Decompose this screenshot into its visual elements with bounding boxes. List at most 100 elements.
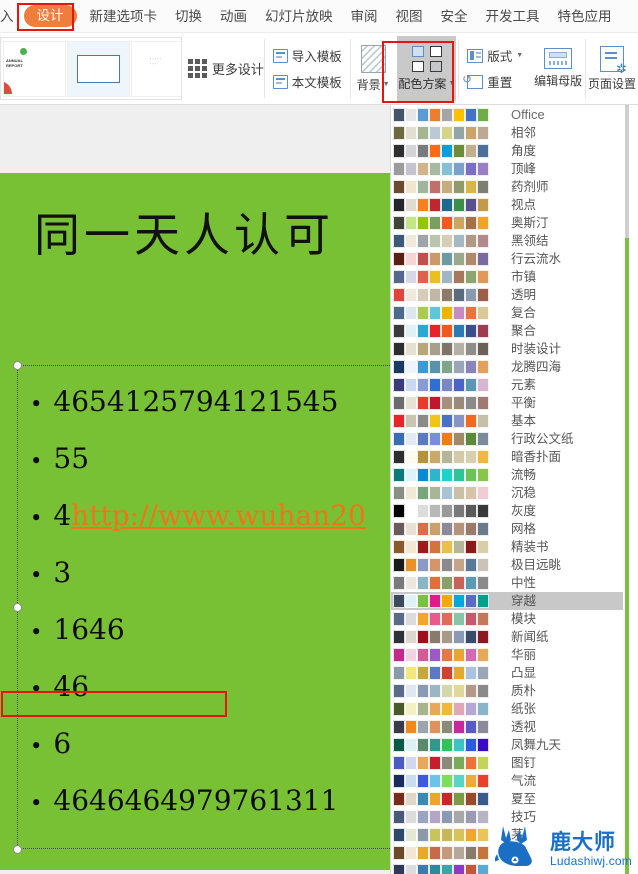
theme-list-item[interactable]: 凤舞九天 [391, 736, 623, 754]
theme-list-item[interactable]: 质朴 [391, 682, 623, 700]
dropdown-scrollbar[interactable] [625, 105, 629, 874]
theme-list-item[interactable]: 复合 [391, 304, 623, 322]
theme-list-item[interactable]: 相邻 [391, 124, 623, 142]
color-swatch [393, 612, 405, 626]
theme-list-item[interactable]: 沉稳 [391, 484, 623, 502]
theme-list-item[interactable] [391, 862, 623, 874]
bullet-item[interactable]: • 46 [30, 658, 390, 715]
resize-handle[interactable] [13, 603, 22, 612]
resize-handle[interactable] [13, 845, 22, 854]
theme-list-item[interactable]: 平衡 [391, 394, 623, 412]
theme-list-item[interactable]: 透视 [391, 718, 623, 736]
tab-featured-apps[interactable]: 特色应用 [549, 0, 621, 33]
color-swatch [405, 684, 417, 698]
bullet-list[interactable]: • 4654125794121545 • 55 • 4 http://www.wuhan20… [30, 373, 390, 829]
bullet-item[interactable]: • 3 [30, 544, 390, 601]
theme-list-item[interactable]: 时装设计 [391, 340, 623, 358]
theme-list-item[interactable]: 市镇 [391, 268, 623, 286]
color-swatch [429, 684, 441, 698]
theme-list-item[interactable]: 视点 [391, 196, 623, 214]
slide-canvas[interactable]: 同一天人认可 • 4654125794121545 • 55 • 4 http://www.… [0, 173, 390, 870]
reset-button[interactable]: 重置 [462, 70, 525, 93]
tab-design[interactable]: 设计 [23, 5, 77, 27]
theme-list-item[interactable]: 穿越 [391, 592, 623, 610]
theme-list-item[interactable]: 新闻纸 [391, 628, 623, 646]
theme-list-item[interactable]: 聚合 [391, 322, 623, 340]
theme-list-item[interactable]: 奥斯汀 [391, 214, 623, 232]
theme-list-item[interactable]: 基本 [391, 412, 623, 430]
color-swatch [477, 846, 489, 860]
theme-list-item[interactable]: 龙腾四海 [391, 358, 623, 376]
theme-list-item[interactable]: 夏至 [391, 790, 623, 808]
template-thumbnail[interactable]: ANNUAL REPORT [3, 40, 66, 97]
tab-review[interactable]: 审阅 [342, 0, 387, 33]
tab-insert[interactable]: 入 [0, 0, 20, 33]
theme-list-item[interactable]: 气流 [391, 772, 623, 790]
theme-list-item[interactable]: 中性 [391, 574, 623, 592]
theme-list-item[interactable]: 图钉 [391, 754, 623, 772]
color-scheme-button[interactable]: 配色方案 ▼ [397, 36, 457, 101]
theme-list-item[interactable]: 网格 [391, 520, 623, 538]
theme-list-item[interactable]: 极目远眺 [391, 556, 623, 574]
template-thumbnail[interactable]: · · · · · · · · [131, 40, 181, 97]
bullet-item[interactable]: • 4 http://www.wuhan20 [30, 487, 390, 544]
tab-developer-tools[interactable]: 开发工具 [477, 0, 549, 33]
theme-list-item[interactable]: 灰度 [391, 502, 623, 520]
theme-list-item[interactable]: 茅 [391, 826, 623, 844]
slide-title[interactable]: 同一天人认可 [34, 199, 334, 265]
theme-swatches [393, 432, 489, 446]
theme-list-item[interactable]: 行政公文纸 [391, 430, 623, 448]
color-swatch [393, 576, 405, 590]
bullet-item[interactable]: • 6 [30, 715, 390, 772]
theme-list-item[interactable]: 纸张 [391, 700, 623, 718]
bullet-hyperlink[interactable]: http://www.wuhan20 [71, 487, 366, 544]
tab-security[interactable]: 安全 [432, 0, 477, 33]
bullet-item[interactable]: • 1646 [30, 601, 390, 658]
import-template-button[interactable]: 导入模板 [271, 44, 344, 67]
tab-transitions[interactable]: 切换 [166, 0, 211, 33]
more-design-button[interactable]: 更多设计 [182, 33, 264, 104]
color-swatch [453, 198, 465, 212]
tab-view[interactable]: 视图 [387, 0, 432, 33]
color-swatch [477, 576, 489, 590]
resize-handle[interactable] [13, 361, 22, 370]
tab-new-tab[interactable]: 新建选项卡 [81, 0, 167, 33]
theme-list-item[interactable]: 元素 [391, 376, 623, 394]
color-swatch [441, 216, 453, 230]
theme-list-item[interactable]: 行云流水 [391, 250, 623, 268]
theme-list-item[interactable]: 技巧 [391, 808, 623, 826]
theme-list-item[interactable]: 透明 [391, 286, 623, 304]
edit-master-button[interactable]: 编辑母版 [531, 33, 585, 104]
template-thumbnail[interactable] [67, 40, 130, 97]
theme-list-item[interactable]: 角度 [391, 142, 623, 160]
scrollbar-thumb[interactable] [625, 105, 629, 238]
theme-list-item[interactable]: 华丽 [391, 646, 623, 664]
color-swatch [405, 468, 417, 482]
bullet-item[interactable]: • 4654125794121545 [30, 373, 390, 430]
page-setup-button[interactable]: 页面设置 [586, 33, 638, 104]
theme-list-item[interactable]: Office [391, 106, 623, 124]
bullet-item[interactable]: • 4646464979761311 [30, 772, 390, 829]
color-swatch [465, 612, 477, 626]
theme-list-item[interactable] [391, 844, 623, 862]
theme-list-item[interactable]: 凸显 [391, 664, 623, 682]
tab-slideshow[interactable]: 幻灯片放映 [256, 0, 342, 33]
layout-button[interactable]: 版式 ▼ [465, 44, 525, 67]
this-template-button[interactable]: 本文模板 [271, 70, 344, 93]
theme-name-label: 凸显 [511, 666, 537, 680]
color-scheme-dropdown[interactable]: Office 相邻 角度 顶峰 药剂师 视点 奥斯汀 黑领结 行云流水 市镇 透明 复合 聚合 时装设计龙… [390, 105, 638, 874]
theme-list[interactable]: Office 相邻 角度 顶峰 药剂师 视点 奥斯汀 黑领结 行云流水 市镇 透明 复合 聚合 时装设计龙… [391, 106, 623, 874]
color-scheme-label-wrap: 配色方案 ▼ [398, 75, 455, 92]
theme-list-item[interactable]: 精装书 [391, 538, 623, 556]
theme-list-item[interactable]: 模块 [391, 610, 623, 628]
background-button[interactable]: 背景 ▼ [351, 33, 396, 104]
theme-list-item[interactable]: 暗香扑面 [391, 448, 623, 466]
theme-list-item[interactable]: 药剂师 [391, 178, 623, 196]
theme-list-item[interactable]: 流畅 [391, 466, 623, 484]
theme-list-item[interactable]: 黑领结 [391, 232, 623, 250]
template-gallery[interactable]: ANNUAL REPORT · · · · · · · · [0, 37, 182, 100]
bullet-item[interactable]: • 55 [30, 430, 390, 487]
color-swatch [429, 504, 441, 518]
theme-list-item[interactable]: 顶峰 [391, 160, 623, 178]
tab-animations[interactable]: 动画 [211, 0, 256, 33]
